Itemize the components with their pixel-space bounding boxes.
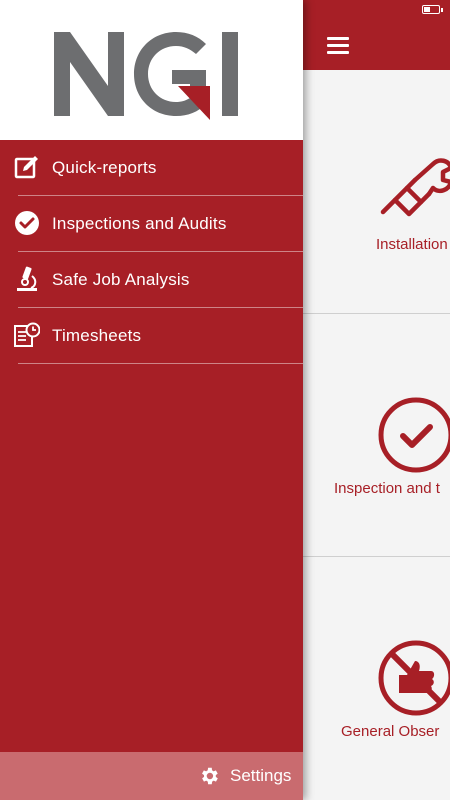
- settings-button[interactable]: Settings: [0, 752, 303, 800]
- battery-icon: [422, 5, 443, 14]
- menu-item-label: Quick-reports: [52, 158, 157, 177]
- settings-label: Settings: [230, 766, 292, 785]
- gear-icon: [202, 767, 218, 785]
- ngi-logo: [54, 32, 238, 120]
- status-bar: [303, 0, 450, 20]
- menu-item-label: Safe Job Analysis: [52, 270, 190, 289]
- main-screen: Installation Inspection and t General Ob…: [303, 0, 450, 800]
- edit-icon: [14, 156, 38, 179]
- logo-area: [0, 0, 303, 140]
- menu-item-label: Inspections and Audits: [52, 214, 227, 233]
- tile-label: Inspection and t: [334, 480, 440, 497]
- check-circle-icon: [378, 397, 450, 473]
- menu-item-inspections-audits[interactable]: Inspections and Audits: [0, 196, 303, 252]
- menu-item-quick-reports[interactable]: Quick-reports: [0, 140, 303, 196]
- tile-inspection[interactable]: Inspection and t: [303, 314, 450, 557]
- menu-item-timesheets[interactable]: Timesheets: [0, 308, 303, 364]
- plug-wrench-icon: [380, 158, 450, 217]
- tile-general-observation[interactable]: General Obser: [303, 557, 450, 800]
- navigation-drawer: Quick-reports Inspections and Audits Saf…: [0, 0, 303, 800]
- app-bar: [303, 20, 450, 70]
- timesheet-icon: [14, 322, 40, 347]
- menu-icon[interactable]: [327, 37, 349, 55]
- tile-installation[interactable]: Installation: [303, 70, 450, 314]
- tile-label: Installation: [376, 236, 448, 253]
- no-thumbs-up-icon: [378, 640, 450, 716]
- drawer-menu: Quick-reports Inspections and Audits Saf…: [0, 140, 303, 364]
- menu-item-safe-job-analysis[interactable]: Safe Job Analysis: [0, 252, 303, 308]
- microscope-icon: [17, 266, 37, 291]
- check-circle-icon: [15, 211, 39, 235]
- menu-item-label: Timesheets: [52, 326, 142, 345]
- tile-label: General Obser: [341, 723, 440, 740]
